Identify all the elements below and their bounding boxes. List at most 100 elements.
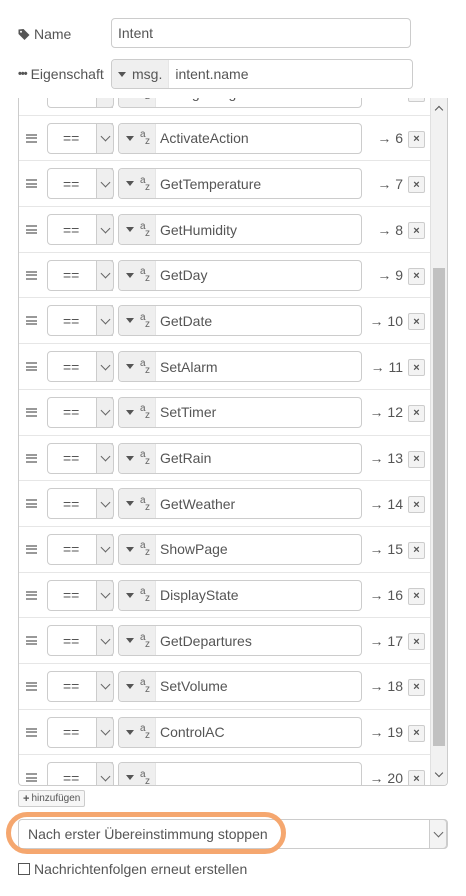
rule-value-type-button[interactable]: az xyxy=(119,489,156,519)
rule-value-type-button[interactable]: az xyxy=(119,397,156,427)
chevron-down-icon[interactable] xyxy=(96,98,114,108)
drag-handle-icon[interactable] xyxy=(26,453,37,463)
rule-value-input[interactable]: a z SetAlarm xyxy=(118,351,362,383)
chevron-down-icon[interactable] xyxy=(96,168,114,200)
rule-value-type-button[interactable]: az xyxy=(119,260,156,290)
rule-value-input[interactable]: a z GetRain xyxy=(118,442,362,474)
rule-value-input[interactable]: a z GetWeather xyxy=(118,488,362,520)
chevron-down-icon[interactable] xyxy=(96,259,114,291)
drag-handle-icon[interactable] xyxy=(26,681,37,691)
remove-rule-button[interactable]: × xyxy=(408,176,425,194)
rule-value-type-button[interactable]: az xyxy=(119,98,156,107)
remove-rule-button[interactable]: × xyxy=(408,770,425,785)
rule-value-type-button[interactable]: az xyxy=(119,123,156,153)
drag-handle-icon[interactable] xyxy=(26,499,37,509)
rule-value-input[interactable]: a z GetDay xyxy=(118,259,362,291)
remove-rule-button[interactable]: × xyxy=(408,633,425,651)
rule-value[interactable]: GetDepartures xyxy=(156,633,252,649)
remove-rule-button[interactable]: × xyxy=(408,267,425,285)
chevron-down-icon[interactable] xyxy=(429,819,447,849)
rule-value-type-button[interactable]: az xyxy=(119,580,156,610)
rule-value[interactable]: GetDay xyxy=(156,267,207,283)
rule-value-type-button[interactable]: az xyxy=(119,306,156,336)
chevron-down-icon[interactable] xyxy=(96,442,114,474)
scroll-up-icon[interactable] xyxy=(431,100,447,116)
drag-handle-icon[interactable] xyxy=(26,727,37,737)
remove-rule-button[interactable]: × xyxy=(408,130,425,148)
rule-value-type-button[interactable]: az xyxy=(119,763,156,785)
rule-value-type-button[interactable]: az xyxy=(119,626,156,656)
rule-value-input[interactable]: a z GetDepartures xyxy=(118,625,362,657)
rule-value[interactable]: SetLightBrightness xyxy=(156,98,278,101)
drag-handle-icon[interactable] xyxy=(26,636,37,646)
rule-value-type-button[interactable]: az xyxy=(119,717,156,747)
name-input[interactable] xyxy=(111,18,411,48)
chevron-down-icon[interactable] xyxy=(96,351,114,383)
drag-handle-icon[interactable] xyxy=(26,544,37,554)
property-input[interactable]: msg. intent.name xyxy=(111,59,413,89)
chevron-down-icon[interactable] xyxy=(96,122,114,154)
remove-rule-button[interactable]: × xyxy=(408,541,425,559)
drag-handle-icon[interactable] xyxy=(26,590,37,600)
drag-handle-icon[interactable] xyxy=(26,179,37,189)
chevron-down-icon[interactable] xyxy=(96,762,114,785)
chevron-down-icon[interactable] xyxy=(96,305,114,337)
repair-sequences-checkbox[interactable] xyxy=(18,863,30,875)
chevron-down-icon[interactable] xyxy=(96,488,114,520)
drag-handle-icon[interactable] xyxy=(26,407,37,417)
remove-rule-button[interactable]: × xyxy=(408,678,425,696)
rule-value[interactable]: GetWeather xyxy=(156,496,235,512)
add-rule-button[interactable]: + hinzufügen xyxy=(18,790,86,807)
remove-rule-button[interactable]: × xyxy=(408,222,425,240)
chevron-down-icon[interactable] xyxy=(96,670,114,702)
rule-value-input[interactable]: a z SetTimer xyxy=(118,396,362,428)
rule-value[interactable]: GetRain xyxy=(156,450,211,466)
drag-handle-icon[interactable] xyxy=(26,316,37,326)
stop-mode-select[interactable]: Nach erster Übereinstimmung stoppen xyxy=(18,819,448,849)
remove-rule-button[interactable]: × xyxy=(408,359,425,377)
remove-rule-button[interactable]: × xyxy=(408,404,425,422)
drag-handle-icon[interactable] xyxy=(26,270,37,280)
rule-value[interactable]: SetTimer xyxy=(156,404,216,420)
rule-value[interactable]: GetHumidity xyxy=(156,222,237,238)
rule-value-input[interactable]: a z ShowPage xyxy=(118,533,362,565)
rule-value[interactable]: ControlAC xyxy=(156,724,225,740)
remove-rule-button[interactable]: × xyxy=(408,496,425,514)
remove-rule-button[interactable]: × xyxy=(408,98,425,102)
property-type-button[interactable]: msg. xyxy=(112,60,170,88)
scrollbar-thumb[interactable] xyxy=(433,268,445,746)
rule-value[interactable]: GetTemperature xyxy=(156,176,261,192)
rule-value-input[interactable]: a z ActivateAction xyxy=(118,122,362,154)
rule-value[interactable]: SetAlarm xyxy=(156,359,218,375)
rule-value-type-button[interactable]: az xyxy=(119,671,156,701)
rule-value-type-button[interactable]: az xyxy=(119,169,156,199)
drag-handle-icon[interactable] xyxy=(26,225,37,235)
rule-value-type-button[interactable]: az xyxy=(119,443,156,473)
chevron-down-icon[interactable] xyxy=(96,214,114,246)
drag-handle-icon[interactable] xyxy=(26,133,37,143)
rule-value[interactable]: ActivateAction xyxy=(156,130,249,146)
chevron-down-icon[interactable] xyxy=(96,716,114,748)
property-value[interactable]: intent.name xyxy=(169,66,248,82)
scroll-down-icon[interactable] xyxy=(431,767,447,783)
rules-list[interactable]: ==azSetLightBrightness→ 5×==azActivateAc… xyxy=(18,98,448,786)
rule-value-input[interactable]: a z GetTemperature xyxy=(118,168,362,200)
rule-value-input[interactable]: a z GetDate xyxy=(118,305,362,337)
rule-value-input[interactable]: a z GetHumidity xyxy=(118,214,362,246)
drag-handle-icon[interactable] xyxy=(26,773,37,783)
rule-value[interactable]: DisplayState xyxy=(156,587,239,603)
rule-value-input[interactable]: az SetLightBrightness xyxy=(118,98,362,108)
rule-value-input[interactable]: a z DisplayState xyxy=(118,579,362,611)
rule-value-input[interactable]: az xyxy=(118,762,362,785)
rule-value-input[interactable]: a z ControlAC xyxy=(118,716,362,748)
chevron-down-icon[interactable] xyxy=(96,533,114,565)
rule-value-type-button[interactable]: az xyxy=(119,215,156,245)
remove-rule-button[interactable]: × xyxy=(408,313,425,331)
chevron-down-icon[interactable] xyxy=(96,625,114,657)
chevron-down-icon[interactable] xyxy=(96,396,114,428)
rule-value-type-button[interactable]: az xyxy=(119,534,156,564)
rule-value[interactable]: ShowPage xyxy=(156,541,228,557)
rule-value-type-button[interactable]: az xyxy=(119,352,156,382)
rule-value-input[interactable]: a z SetVolume xyxy=(118,670,362,702)
rule-value[interactable]: GetDate xyxy=(156,313,212,329)
